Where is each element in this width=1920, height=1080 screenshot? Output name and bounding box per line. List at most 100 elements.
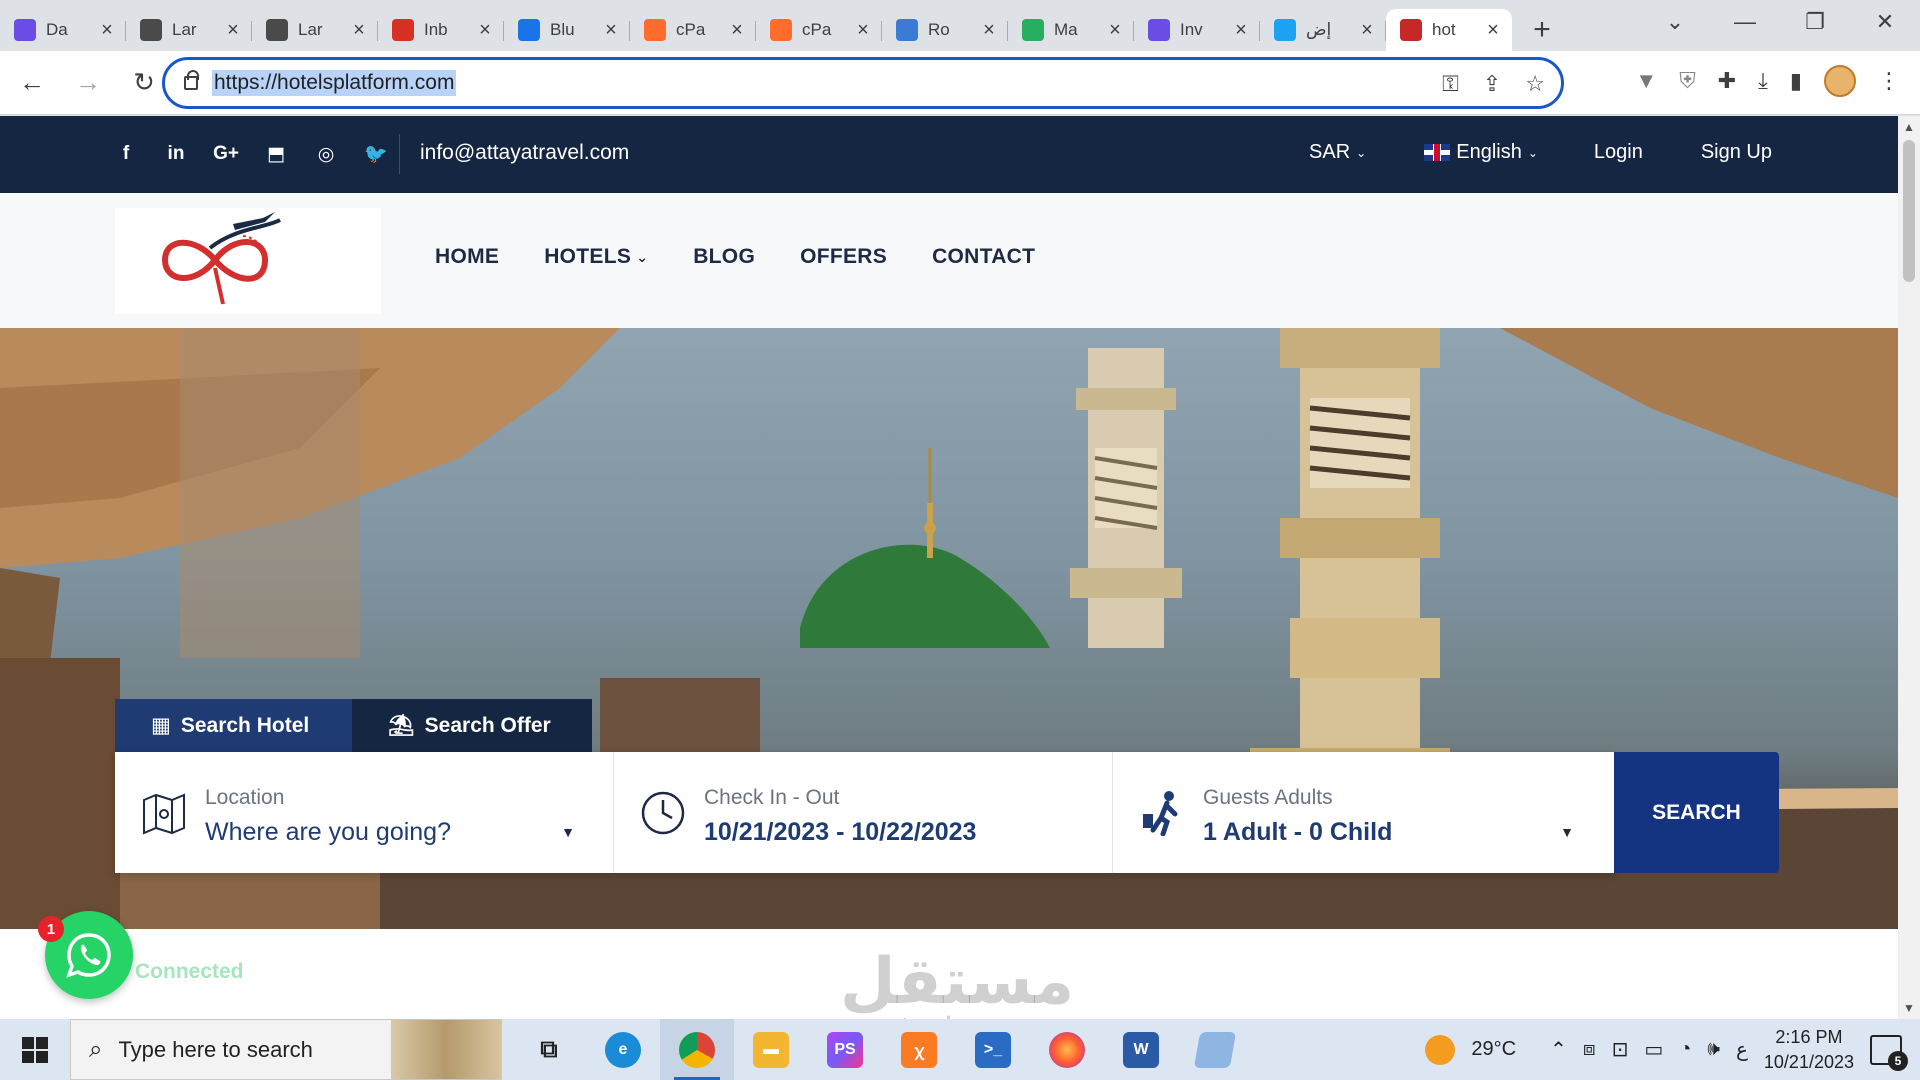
- phpstorm-app[interactable]: PS: [808, 1019, 882, 1080]
- battery-icon[interactable]: ▭: [1644, 1037, 1663, 1062]
- login-link[interactable]: Login: [1594, 141, 1643, 164]
- browser-tab-10[interactable]: إض ×: [1260, 9, 1386, 51]
- edge-app[interactable]: e: [586, 1019, 660, 1080]
- start-button[interactable]: [0, 1019, 70, 1080]
- chevron-up-icon[interactable]: ⌃: [1550, 1037, 1567, 1062]
- vpn-extension-icon[interactable]: ▼: [1635, 68, 1657, 94]
- notes-app[interactable]: [1178, 1019, 1252, 1080]
- page-scrollbar[interactable]: ▲ ▼: [1898, 116, 1920, 1019]
- xampp-app[interactable]: ꭓ: [882, 1019, 956, 1080]
- back-button[interactable]: ←: [8, 59, 56, 107]
- taskbar-search-box[interactable]: ⌕ Type here to search: [70, 1019, 502, 1080]
- search-button[interactable]: SEARCH: [1614, 752, 1779, 873]
- forward-button[interactable]: →: [64, 59, 112, 107]
- tab-search-icon[interactable]: ⌄: [1640, 0, 1710, 44]
- facebook-icon[interactable]: f: [112, 140, 140, 168]
- browser-tab-4[interactable]: Blu ×: [504, 9, 630, 51]
- dates-value[interactable]: 10/21/2023 - 10/22/2023: [704, 818, 976, 847]
- language-selector[interactable]: English ⌄: [1424, 141, 1538, 164]
- download-icon[interactable]: ⤓: [1758, 68, 1768, 94]
- powershell-app[interactable]: >_: [956, 1019, 1030, 1080]
- twitter-icon[interactable]: 🐦: [362, 140, 390, 168]
- browser-tab-2[interactable]: Lar ×: [252, 9, 378, 51]
- close-tab-icon[interactable]: ×: [1232, 20, 1250, 40]
- close-tab-icon[interactable]: ×: [602, 20, 620, 40]
- site-logo[interactable]: [115, 208, 381, 314]
- weather-sun-icon[interactable]: [1425, 1034, 1456, 1065]
- camera-icon[interactable]: ⧈: [1583, 1038, 1596, 1061]
- dropdown-arrow-icon[interactable]: ▼: [1560, 824, 1574, 840]
- scroll-up-icon[interactable]: ▲: [1903, 120, 1915, 134]
- browser-tab-3[interactable]: Inb ×: [378, 9, 504, 51]
- nav-hotels[interactable]: HOTELS ⌄: [544, 245, 648, 269]
- location-value[interactable]: Where are you going?: [205, 818, 451, 847]
- location-field[interactable]: Location Where are you going? ▼: [115, 752, 614, 873]
- currency-selector[interactable]: SAR ⌄: [1309, 141, 1366, 164]
- wifi-icon[interactable]: ◔: [1679, 1038, 1691, 1061]
- instagram-icon[interactable]: ◎: [312, 140, 340, 168]
- browser-tab-9[interactable]: Inv ×: [1134, 9, 1260, 51]
- lock-icon[interactable]: [184, 70, 199, 90]
- reload-button[interactable]: ↻: [120, 59, 168, 107]
- clock[interactable]: 2:16 PM 10/21/2023: [1764, 1025, 1854, 1075]
- guests-field[interactable]: Guests Adults 1 Adult - 0 Child ▼: [1113, 752, 1612, 873]
- close-tab-icon[interactable]: ×: [1106, 20, 1124, 40]
- word-app[interactable]: W: [1104, 1019, 1178, 1080]
- share-icon[interactable]: ⇪: [1483, 71, 1501, 97]
- url-text[interactable]: https://hotelsplatform.com: [212, 70, 457, 96]
- weather-temp[interactable]: 29°C: [1471, 1038, 1516, 1061]
- browser-tab-5[interactable]: cPa ×: [630, 9, 756, 51]
- nav-home[interactable]: HOME: [435, 245, 499, 269]
- guests-value[interactable]: 1 Adult - 0 Child: [1203, 818, 1392, 847]
- close-tab-icon[interactable]: ×: [980, 20, 998, 40]
- screen-icon[interactable]: ⊡: [1612, 1037, 1629, 1062]
- input-language[interactable]: ع: [1736, 1037, 1748, 1062]
- nav-blog[interactable]: BLOG: [693, 245, 755, 269]
- nav-contact[interactable]: CONTACT: [932, 245, 1035, 269]
- close-tab-icon[interactable]: ×: [350, 20, 368, 40]
- close-tab-icon[interactable]: ×: [476, 20, 494, 40]
- contact-email-link[interactable]: info@attayatravel.com: [420, 141, 629, 165]
- firefox-app[interactable]: [1030, 1019, 1104, 1080]
- browser-tab-7[interactable]: Ro ×: [882, 9, 1008, 51]
- side-panel-icon[interactable]: ▮: [1790, 68, 1802, 94]
- bookmark-star-icon[interactable]: ☆: [1525, 71, 1545, 97]
- tab-search-hotel[interactable]: ▦ Search Hotel: [115, 699, 352, 752]
- close-tab-icon[interactable]: ×: [854, 20, 872, 40]
- close-tab-icon[interactable]: ×: [728, 20, 746, 40]
- task-view-button[interactable]: ⧉: [512, 1019, 586, 1080]
- notification-center-button[interactable]: 5: [1870, 1034, 1908, 1071]
- tab-search-offer[interactable]: ⛱ Search Offer: [352, 699, 592, 752]
- menu-kebab-icon[interactable]: ⋮: [1878, 68, 1900, 94]
- browser-tab-8[interactable]: Ma ×: [1008, 9, 1134, 51]
- close-tab-icon[interactable]: ×: [1484, 20, 1502, 40]
- snapchat-icon[interactable]: ⬒: [262, 140, 290, 168]
- puzzle-extensions-icon[interactable]: ✚: [1718, 68, 1736, 94]
- scroll-down-icon[interactable]: ▼: [1903, 1001, 1915, 1015]
- volume-icon[interactable]: 🕪: [1707, 1038, 1720, 1061]
- key-icon[interactable]: ⚿: [1442, 71, 1459, 97]
- close-tab-icon[interactable]: ×: [224, 20, 242, 40]
- dropdown-arrow-icon[interactable]: ▼: [561, 824, 575, 840]
- close-window-button[interactable]: ✕: [1850, 0, 1920, 44]
- google-plus-icon[interactable]: G+: [212, 140, 240, 168]
- minimize-button[interactable]: —: [1710, 0, 1780, 44]
- close-tab-icon[interactable]: ×: [98, 20, 116, 40]
- nav-offers[interactable]: OFFERS: [800, 245, 887, 269]
- new-tab-button[interactable]: +: [1522, 9, 1562, 51]
- close-tab-icon[interactable]: ×: [1358, 20, 1376, 40]
- browser-tab-1[interactable]: Lar ×: [126, 9, 252, 51]
- dates-field[interactable]: Check In - Out 10/21/2023 - 10/22/2023: [614, 752, 1113, 873]
- browser-tab-0[interactable]: Da ×: [0, 9, 126, 51]
- signup-link[interactable]: Sign Up: [1701, 141, 1772, 164]
- shield-extension-icon[interactable]: ⛨: [1679, 68, 1696, 94]
- profile-avatar[interactable]: [1824, 65, 1856, 97]
- restore-button[interactable]: ❐: [1780, 0, 1850, 44]
- file-explorer-app[interactable]: ▬: [734, 1019, 808, 1080]
- address-bar[interactable]: https://hotelsplatform.com ⚿ ⇪ ☆: [162, 57, 1564, 109]
- scrollbar-thumb[interactable]: [1903, 140, 1915, 282]
- browser-tab-6[interactable]: cPa ×: [756, 9, 882, 51]
- linkedin-icon[interactable]: in: [162, 140, 190, 168]
- chrome-app[interactable]: [660, 1019, 734, 1080]
- browser-tab-11[interactable]: hot ×: [1386, 9, 1512, 51]
